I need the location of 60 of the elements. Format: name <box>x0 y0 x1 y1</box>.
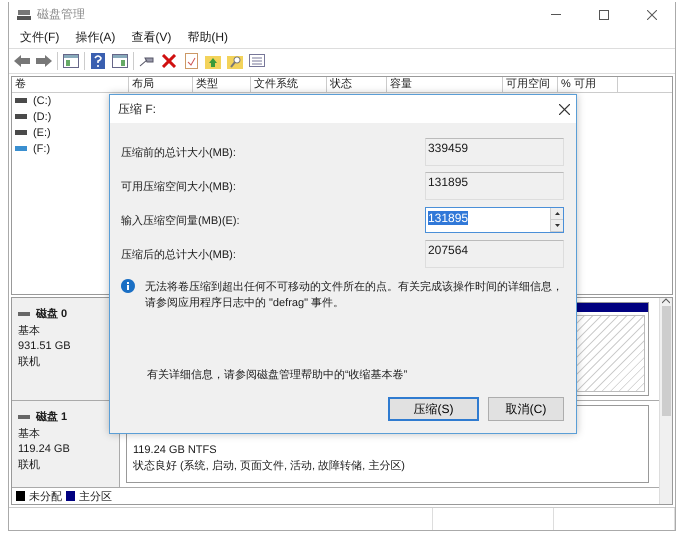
close-icon[interactable] <box>559 104 570 114</box>
dialog-title: 压缩 F: <box>118 100 157 118</box>
scroll-up-icon[interactable] <box>662 298 670 304</box>
volume-name[interactable]: (C:) <box>33 94 52 107</box>
volume-name[interactable]: (D:) <box>33 110 52 123</box>
menu-item[interactable]: 操作(A) <box>68 27 122 48</box>
field-label: 压缩后的总计大小(MB): <box>121 248 237 262</box>
disk-management-icon <box>17 8 31 21</box>
field-label: 输入压缩空间量(MB)(E): <box>121 214 241 228</box>
spin-down-button[interactable] <box>551 220 563 232</box>
panel-icon[interactable] <box>111 52 129 70</box>
up-arrow-icon <box>554 212 560 215</box>
spin-field[interactable]: 131895 <box>425 207 564 233</box>
readonly-field: 131895 <box>425 172 564 200</box>
column-header[interactable]: 类型 <box>193 76 251 92</box>
disk-name[interactable]: 磁盘 0 <box>36 306 68 322</box>
column-header[interactable]: 可用空间 <box>503 76 558 92</box>
legend-label: 未分配 <box>29 490 62 504</box>
down-arrow-icon <box>554 224 560 227</box>
readonly-field: 207564 <box>425 240 564 268</box>
readonly-field: 339459 <box>425 138 564 166</box>
field-label: 压缩前的总计大小(MB): <box>121 146 237 160</box>
window-title: 磁盘管理 <box>37 6 86 24</box>
column-header[interactable]: 容量 <box>387 76 503 92</box>
info-message: 无法将卷压缩到超出任何不可移动的文件所在的点。有关完成该操作时间的详细信息，请参阅应用程序日志中的 "defrag" 事件。 <box>144 280 564 311</box>
close-icon[interactable] <box>647 10 657 20</box>
column-header[interactable]: 文件系统 <box>251 76 327 92</box>
menu-item[interactable]: 文件(F) <box>13 27 66 48</box>
field-label: 可用压缩空间大小(MB): <box>121 180 237 194</box>
partition-size: 119.24 GB NTFS <box>133 444 218 456</box>
legend-label: 主分区 <box>79 490 112 504</box>
document-check-icon[interactable] <box>182 52 200 70</box>
help-icon[interactable] <box>89 52 107 70</box>
disk-type: 基本 <box>18 427 41 442</box>
delete-icon[interactable] <box>160 52 178 70</box>
panel-icon[interactable] <box>62 52 80 70</box>
volume-name[interactable]: (F:) <box>33 142 50 155</box>
info-icon <box>121 279 135 293</box>
dialog-button[interactable]: 取消(C) <box>488 397 564 421</box>
help-message: 有关详细信息，请参阅磁盘管理帮助中的“收缩基本卷” <box>147 368 408 382</box>
disk-type: 基本 <box>18 324 41 338</box>
spin-up-button[interactable] <box>551 208 563 220</box>
column-header[interactable]: 卷 <box>12 76 129 92</box>
column-header[interactable]: % 可用 <box>558 76 618 92</box>
disk-name[interactable]: 磁盘 1 <box>36 409 68 424</box>
dialog-button[interactable]: 压缩(S) <box>388 397 479 421</box>
menu-item[interactable]: 查看(V) <box>124 27 178 48</box>
column-header[interactable]: 状态 <box>327 76 387 92</box>
maximize-icon[interactable] <box>599 10 609 20</box>
column-header[interactable]: 布局 <box>129 76 193 92</box>
disk-size: 931.51 GB <box>18 340 72 352</box>
disk-status: 联机 <box>18 355 41 370</box>
menu-item[interactable]: 帮助(H) <box>180 27 235 48</box>
partition-status: 状态良好 (系统, 启动, 页面文件, 活动, 故障转储, 主分区) <box>133 458 406 474</box>
disk-size: 119.24 GB <box>18 443 71 456</box>
disk-status: 联机 <box>18 458 41 472</box>
list-icon[interactable] <box>248 52 266 70</box>
minimize-icon[interactable] <box>551 14 561 16</box>
volume-name[interactable]: (E:) <box>33 126 51 139</box>
scrollbar[interactable] <box>659 298 672 504</box>
